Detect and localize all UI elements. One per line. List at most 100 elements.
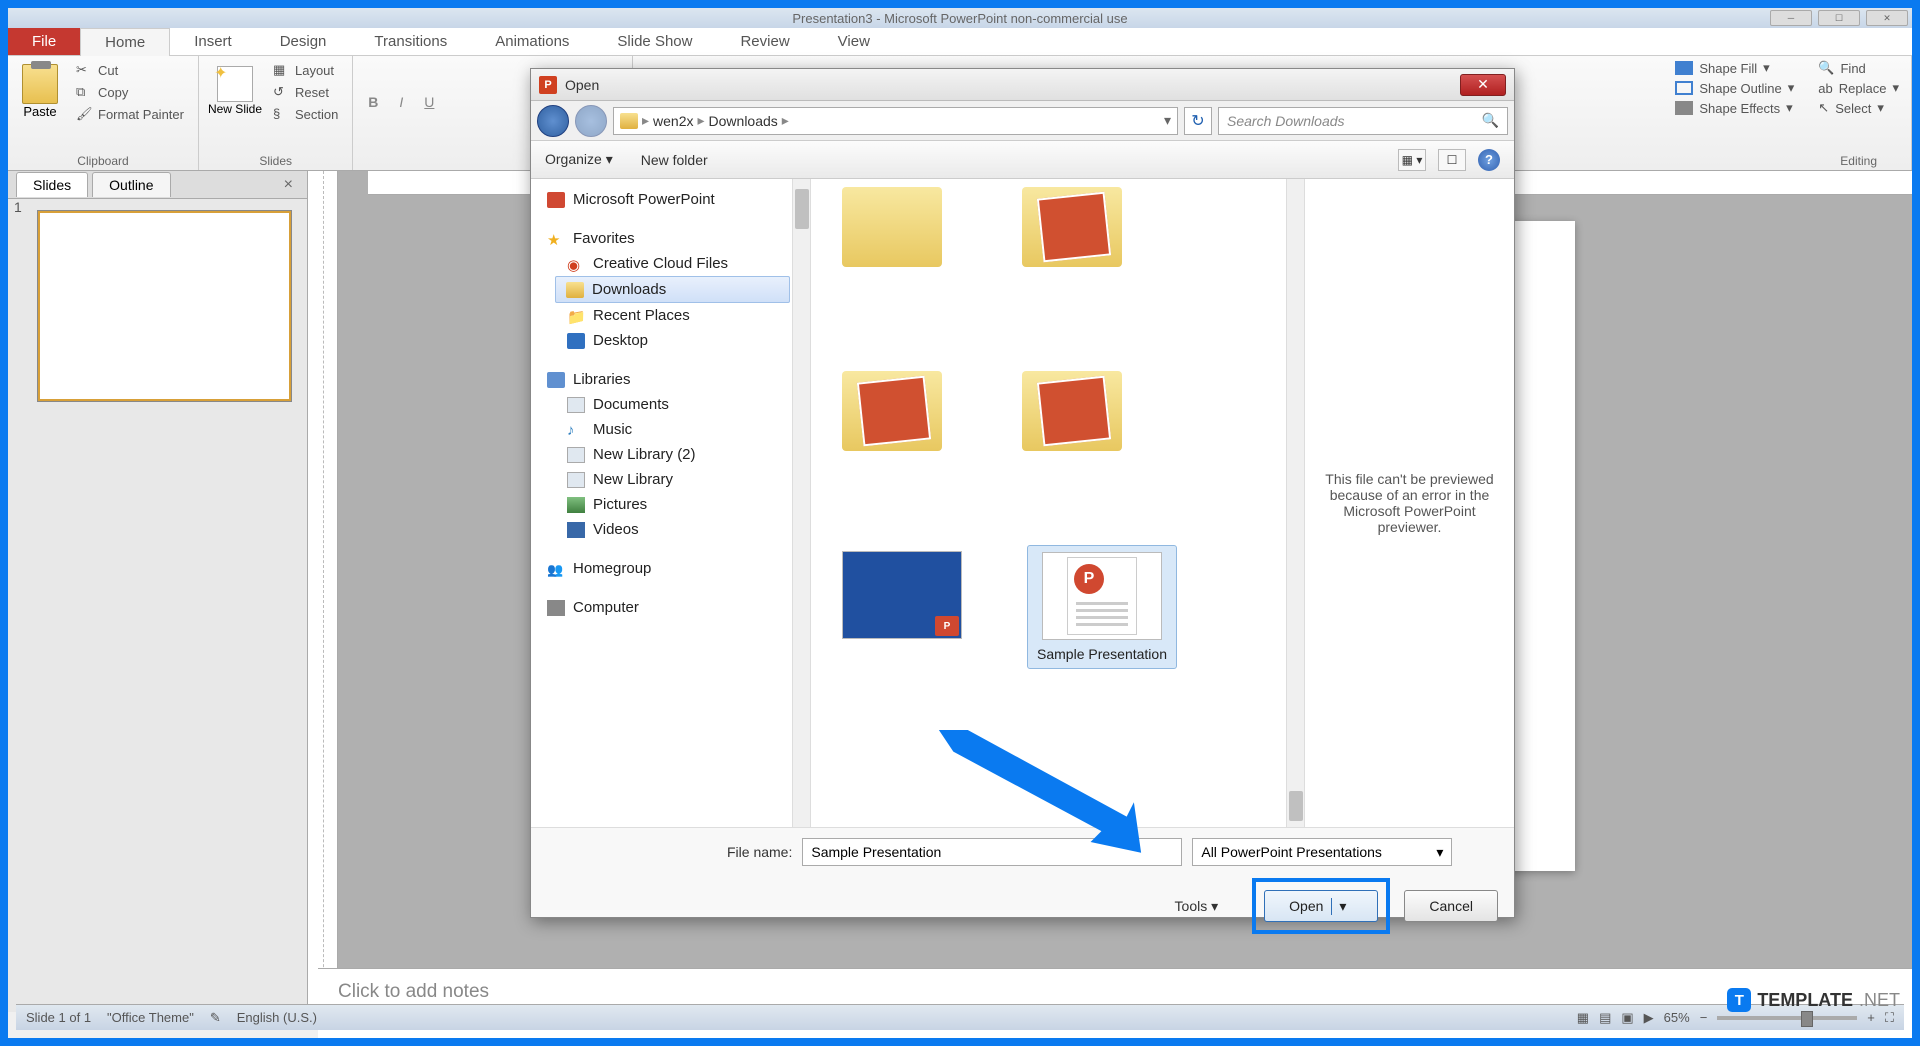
- zoom-in-button[interactable]: +: [1867, 1010, 1875, 1025]
- open-button[interactable]: Open▾: [1264, 890, 1378, 922]
- filetype-select[interactable]: All PowerPoint Presentations▾: [1192, 838, 1452, 866]
- tree-favorites[interactable]: Favorites: [531, 226, 810, 251]
- recent-icon: 📁: [567, 308, 585, 324]
- view-reading-icon[interactable]: ▣: [1621, 1010, 1633, 1026]
- tab-home[interactable]: Home: [80, 28, 170, 56]
- cut-button[interactable]: ✂Cut: [70, 60, 190, 80]
- breadcrumb-folder[interactable]: Downloads: [709, 113, 778, 129]
- view-sorter-icon[interactable]: ▤: [1599, 1010, 1611, 1026]
- breadcrumb-user[interactable]: wen2x: [653, 113, 693, 129]
- tab-transitions[interactable]: Transitions: [350, 28, 471, 55]
- folder-item-1[interactable]: [827, 187, 957, 271]
- help-button[interactable]: ?: [1478, 149, 1500, 171]
- zoom-value: 65%: [1664, 1010, 1690, 1025]
- preview-toggle-button[interactable]: ☐: [1438, 149, 1466, 171]
- shape-outline-button[interactable]: Shape Outline ▾: [1675, 80, 1794, 96]
- outline-tab[interactable]: Outline: [92, 172, 170, 197]
- tree-creative-cloud[interactable]: ◉Creative Cloud Files: [531, 251, 810, 276]
- zoom-slider[interactable]: [1717, 1016, 1857, 1020]
- tree-pictures[interactable]: Pictures: [531, 492, 810, 517]
- new-slide-button[interactable]: New Slide: [207, 60, 263, 166]
- bold-button[interactable]: B: [361, 90, 385, 114]
- file-sample-presentation[interactable]: Sample Presentation: [1027, 545, 1177, 669]
- shape-fill-button[interactable]: Shape Fill ▾: [1675, 60, 1794, 76]
- layout-button[interactable]: ▦Layout: [267, 60, 344, 80]
- cancel-button[interactable]: Cancel: [1404, 890, 1498, 922]
- folder-icon: [620, 113, 638, 129]
- tree-computer[interactable]: Computer: [531, 595, 810, 620]
- tab-slideshow[interactable]: Slide Show: [593, 28, 716, 55]
- filename-input[interactable]: [802, 838, 1182, 866]
- breadcrumb[interactable]: ▸ wen2x ▸ Downloads ▸ ▾: [613, 107, 1178, 135]
- new-folder-button[interactable]: New folder: [641, 152, 708, 168]
- copy-button[interactable]: ⧉Copy: [70, 82, 190, 102]
- ribbon-tabs: File Home Insert Design Transitions Anim…: [8, 28, 1912, 56]
- dialog-close-button[interactable]: ✕: [1460, 74, 1506, 96]
- close-panel-button[interactable]: ×: [278, 176, 299, 194]
- search-input[interactable]: Search Downloads 🔍: [1218, 107, 1508, 135]
- tree-new-library[interactable]: New Library: [531, 467, 810, 492]
- tools-button[interactable]: Tools ▾: [1175, 898, 1219, 915]
- view-mode-button[interactable]: ▦ ▾: [1398, 149, 1426, 171]
- tab-animations[interactable]: Animations: [471, 28, 593, 55]
- replace-icon: ab: [1818, 81, 1832, 96]
- tree-homegroup[interactable]: Homegroup: [531, 556, 810, 581]
- pictures-icon: [567, 497, 585, 513]
- file-list-scrollbar[interactable]: [1286, 179, 1304, 827]
- nav-back-button[interactable]: [537, 105, 569, 137]
- tree-new-library-2[interactable]: New Library (2): [531, 442, 810, 467]
- find-button[interactable]: 🔍Find: [1818, 60, 1899, 76]
- tree-documents[interactable]: Documents: [531, 392, 810, 417]
- tree-powerpoint[interactable]: Microsoft PowerPoint: [531, 187, 810, 212]
- nav-forward-button[interactable]: [575, 105, 607, 137]
- underline-button[interactable]: U: [417, 90, 441, 114]
- section-button[interactable]: §Section: [267, 104, 344, 124]
- tab-insert[interactable]: Insert: [170, 28, 256, 55]
- desktop-icon: [567, 333, 585, 349]
- breadcrumb-dropdown[interactable]: ▾: [1164, 112, 1171, 129]
- folder-icon: [842, 371, 942, 451]
- refresh-button[interactable]: ↻: [1184, 107, 1212, 135]
- maximize-button[interactable]: ☐: [1818, 10, 1860, 26]
- group-drawing: Shape Fill ▾ Shape Outline ▾ Shape Effec…: [1663, 56, 1806, 170]
- tree-recent-places[interactable]: 📁Recent Places: [531, 303, 810, 328]
- slide-thumbnail-1[interactable]: [38, 211, 291, 401]
- tree-desktop[interactable]: Desktop: [531, 328, 810, 353]
- folder-item-4[interactable]: [1007, 331, 1137, 455]
- tab-review[interactable]: Review: [716, 28, 813, 55]
- reset-button[interactable]: ↺Reset: [267, 82, 344, 102]
- tab-view[interactable]: View: [814, 28, 894, 55]
- computer-icon: [547, 600, 565, 616]
- open-dropdown[interactable]: ▾: [1331, 898, 1353, 915]
- minimize-button[interactable]: ─: [1770, 10, 1812, 26]
- tree-downloads[interactable]: Downloads: [555, 276, 790, 303]
- format-painter-button[interactable]: 🖌Format Painter: [70, 104, 190, 124]
- tree-videos[interactable]: Videos: [531, 517, 810, 542]
- zoom-out-button[interactable]: −: [1700, 1010, 1708, 1025]
- editing-group-label: Editing: [1806, 154, 1911, 168]
- organize-button[interactable]: Organize ▾: [545, 151, 613, 168]
- new-slide-label: New Slide: [208, 102, 262, 116]
- folder-item-2[interactable]: [1007, 187, 1137, 271]
- tab-file[interactable]: File: [8, 28, 80, 55]
- file-list[interactable]: P Sample Presentation: [811, 179, 1304, 827]
- view-slideshow-icon[interactable]: ▶: [1644, 1010, 1654, 1026]
- tab-design[interactable]: Design: [256, 28, 351, 55]
- shape-effects-button[interactable]: Shape Effects ▾: [1675, 100, 1794, 116]
- watermark-suffix: .NET: [1859, 990, 1900, 1011]
- copy-icon: ⧉: [76, 84, 92, 100]
- slides-tab[interactable]: Slides: [16, 172, 88, 197]
- replace-button[interactable]: abReplace ▾: [1818, 80, 1899, 96]
- title-bar: Presentation3 - Microsoft PowerPoint non…: [8, 8, 1912, 28]
- italic-button[interactable]: I: [389, 90, 413, 114]
- file-module[interactable]: P: [827, 545, 977, 669]
- select-button[interactable]: ↖Select ▾: [1818, 100, 1899, 116]
- close-window-button[interactable]: ✕: [1866, 10, 1908, 26]
- folder-item-3[interactable]: [827, 331, 957, 455]
- dialog-titlebar[interactable]: P Open ✕: [531, 69, 1514, 101]
- tree-music[interactable]: Music: [531, 417, 810, 442]
- tree-scrollbar[interactable]: [792, 179, 810, 827]
- tree-libraries[interactable]: Libraries: [531, 367, 810, 392]
- view-normal-icon[interactable]: ▦: [1577, 1010, 1589, 1026]
- paste-button[interactable]: Paste: [16, 60, 64, 166]
